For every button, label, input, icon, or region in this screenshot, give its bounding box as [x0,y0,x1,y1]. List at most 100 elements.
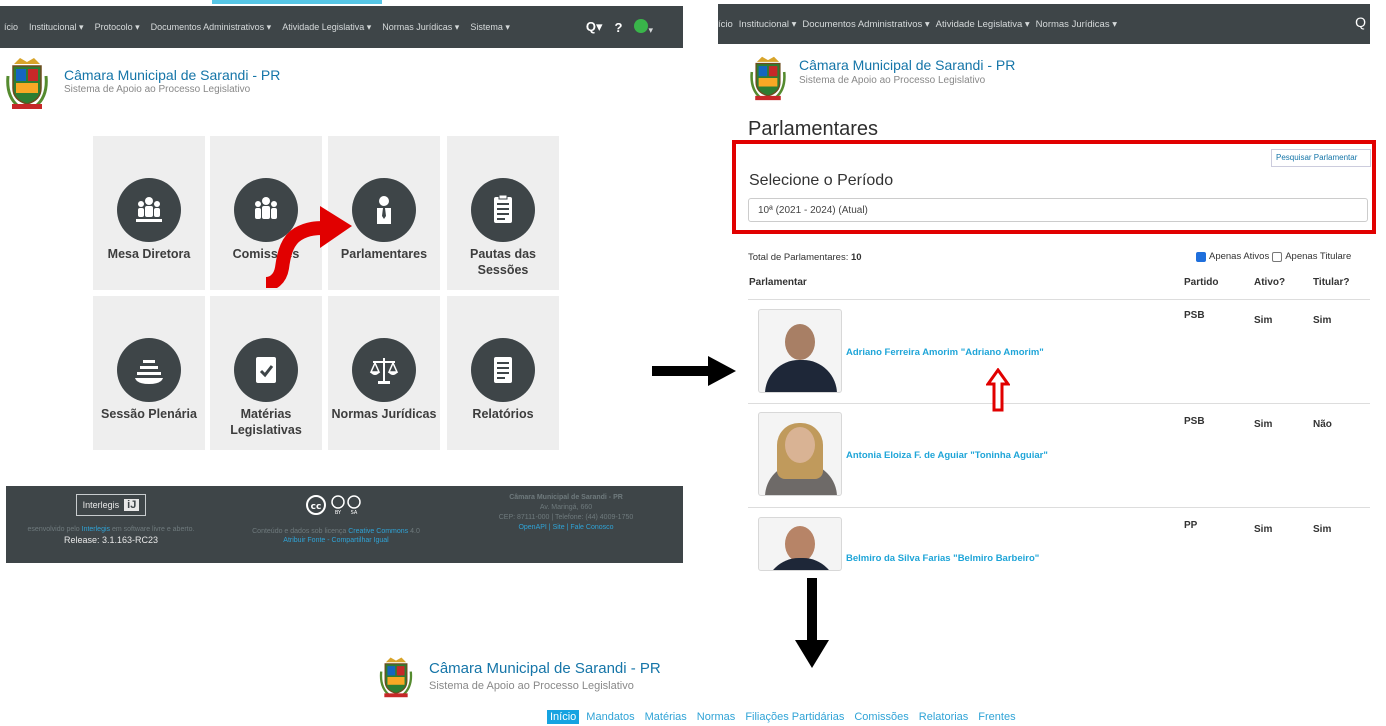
nav-item-normas[interactable]: Normas Jurídicas ▾ [382,22,459,33]
tile-relatorios[interactable]: Relatórios [447,296,559,450]
tab-inicio[interactable]: Início [547,710,580,724]
svg-text:SA: SA [351,510,358,516]
column-header-partido[interactable]: Partido [1184,277,1218,288]
footer-contact: Câmara Municipal de Sarandi - PR Av. Mar… [451,494,681,531]
tab-frentes[interactable]: Frentes [975,710,1018,724]
creative-commons-link[interactable]: Creative Commons [348,528,408,535]
help-icon[interactable]: ? [615,20,623,35]
tab-normas[interactable]: Normas [694,710,739,724]
tile-icon-circle [471,338,535,402]
tile-pautas[interactable]: Pautas das Sessões [447,136,559,290]
holder-only-label: Apenas Titulare [1285,251,1352,262]
scale-icon [369,358,399,384]
photo-shoulders [765,360,837,392]
site-footer: Interlegis iJ esenvolvido pelo Interlegis… [6,486,683,563]
party-cell: PSB [1184,416,1205,427]
column-header-ativo[interactable]: Ativo? [1254,277,1285,288]
tab-materias[interactable]: Matérias [642,710,690,724]
column-header-titular[interactable]: Titular? [1313,277,1349,288]
nav-item-documentos[interactable]: Documentos Administrativos ▾ [151,22,272,33]
site-title[interactable]: Câmara Municipal de Sarandi - PR [799,57,1015,73]
nav-item-documentos[interactable]: Documentos Administrativos ▾ [802,19,929,30]
photo-head [785,427,815,463]
tile-label: Normas Jurídicas [331,407,437,421]
black-down-arrow-icon [795,578,829,668]
footer-links[interactable]: OpenAPI | Site | Fale Conosco [451,524,681,531]
active-only-checkbox[interactable] [1196,251,1206,262]
tile-materias[interactable]: Matérias Legislativas [210,296,322,450]
nav-item-atividade[interactable]: Atividade Legislativa ▾ [282,22,371,33]
parlamentar-name-link[interactable]: Antonia Eloiza F. de Aguiar "Toninha Agu… [846,450,1048,461]
interlegis-mark-icon: iJ [124,499,140,511]
interlegis-logo[interactable]: Interlegis iJ [75,494,147,516]
footer-address: Av. Maringá, 660 [539,504,593,511]
parlamentar-name-link[interactable]: Belmiro da Silva Farias "Belmiro Barbeir… [846,553,1039,564]
footer-developed-text: esenvolvido pelo Interlegis em software … [6,524,216,535]
holder-only-checkbox[interactable] [1272,251,1283,262]
tile-sessao-plenaria[interactable]: Sessão Plenária [93,296,205,450]
active-cell: Sim [1254,524,1273,535]
nav-item-protocolo[interactable]: Protocolo ▾ [95,22,140,33]
tab-filiacoes[interactable]: Filiações Partidárias [742,710,847,724]
search-toggle-icon[interactable]: Q▾ [586,19,603,35]
release-version: Release: 3.1.163-RC23 [63,535,159,545]
nav-item-inicio[interactable]: ício [718,19,733,30]
tile-icon-circle [117,338,181,402]
search-icon[interactable]: Q [1355,14,1366,30]
holder-cell: Sim [1313,524,1332,535]
developed-text: esenvolvido pelo [27,526,82,533]
red-curved-arrow-icon [265,206,352,288]
user-menu-caret: ▾ [648,24,653,35]
red-up-arrow-icon [986,368,1010,412]
column-header-parlamentar[interactable]: Parlamentar [749,277,807,288]
interlegis-logo-text: Interlegis [82,500,120,510]
period-label: Selecione o Período [749,172,894,189]
period-select[interactable]: 10ª (2021 - 2024) (Atual) [748,198,1368,222]
nav-item-institucional[interactable]: Institucional ▾ [29,22,84,33]
tab-comissoes[interactable]: Comissões [851,710,911,724]
tile-icon-circle [117,178,181,242]
footer-license: cc BY SA Conteúdo e dados sob licença Cr… [221,494,451,544]
site-title[interactable]: Câmara Municipal de Sarandi - PR [429,660,661,677]
license-version: 4.0 [408,528,420,535]
tab-mandatos[interactable]: Mandatos [583,710,637,724]
site-title[interactable]: Câmara Municipal de Sarandi - PR [64,67,280,83]
nav-item-sistema[interactable]: Sistema ▾ [470,22,510,33]
party-cell: PSB [1184,310,1205,321]
tile-normas[interactable]: Normas Jurídicas [328,296,440,450]
coat-of-arms-logo [6,58,48,109]
document-check-icon [256,357,276,383]
table-divider [748,403,1370,404]
party-cell: PP [1184,520,1198,531]
tile-icon-circle [471,178,535,242]
tile-label: Mesa Diretora [107,247,191,261]
svg-text:BY: BY [335,510,342,516]
active-cell: Sim [1254,419,1273,430]
tab-relatorias[interactable]: Relatorias [916,710,972,724]
parlamentar-photo[interactable] [758,309,842,393]
creative-commons-icon[interactable]: cc BY SA [305,494,367,516]
site-subtitle: Sistema de Apoio ao Processo Legislativo [64,84,251,95]
clipboard-icon [494,194,512,223]
license-attribution-link[interactable]: Atribuir Fonte - Compartilhar Igual [221,537,451,544]
plenary-icon [135,360,163,384]
user-menu[interactable]: ▾ [634,18,653,36]
tile-icon-circle [352,178,416,242]
nav-item-atividade[interactable]: Atividade Legislativa ▾ [936,19,1030,30]
active-only-label: Apenas Ativos [1209,251,1270,262]
nav-item-normas[interactable]: Normas Jurídicas ▾ [1036,19,1117,30]
parlamentar-name-link[interactable]: Adriano Ferreira Amorim "Adriano Amorim" [846,347,1044,358]
interlegis-link[interactable]: Interlegis [82,526,110,533]
coat-of-arms-logo [750,56,786,101]
report-icon [494,357,512,383]
nav-item-institucional[interactable]: Institucional ▾ [739,19,797,30]
tile-mesa-diretora[interactable]: Mesa Diretora [93,136,205,290]
parlamentar-photo[interactable] [758,412,842,496]
total-parlamentares: Total de Parlamentares: 10 [748,252,862,263]
nav-item-inicio[interactable]: ício [4,22,18,32]
person-tie-icon [377,196,391,224]
parlamentar-photo[interactable] [758,517,842,571]
search-parlamentar-button[interactable]: Pesquisar Parlamentar [1271,149,1371,167]
svg-text:cc: cc [311,502,322,512]
tile-label: Relatórios [472,407,534,421]
